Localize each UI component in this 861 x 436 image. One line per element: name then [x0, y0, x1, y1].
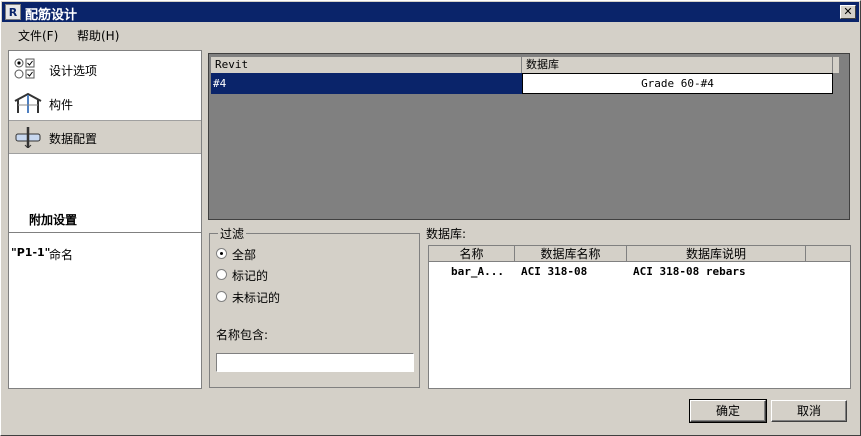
- cancel-button[interactable]: 取消: [771, 400, 847, 422]
- frame-structure-icon: [14, 92, 42, 113]
- mapping-cell-revit[interactable]: #4: [211, 73, 522, 94]
- nav-section-additional-settings: 附加设置: [9, 203, 201, 233]
- ok-button[interactable]: 确定: [689, 399, 767, 423]
- mapping-grid-header: Revit 数据库: [211, 57, 839, 73]
- nav-item-components[interactable]: 构件: [9, 87, 201, 119]
- cell-db-desc: ACI 318-08 rebars: [633, 265, 746, 278]
- mapping-row[interactable]: #4 Grade 60-#4: [211, 73, 839, 94]
- filter-option-all-label: 全部: [232, 248, 257, 262]
- filter-group: 过滤 全部 标记的 未标记的 名称包含:: [209, 225, 420, 388]
- database-list[interactable]: 名称 数据库名称 数据库说明 bar_A... ACI 318-08 ACI 3…: [428, 245, 851, 389]
- database-label: 数据库:: [426, 227, 467, 241]
- title-bar[interactable]: R 配筋设计 ✕: [2, 2, 859, 23]
- database-list-header: 名称 数据库名称 数据库说明: [429, 246, 850, 262]
- nav-label-additional-settings: 附加设置: [29, 213, 78, 227]
- data-config-icon: [15, 127, 41, 148]
- filter-option-unmarked-label: 未标记的: [232, 291, 281, 305]
- name-contains-input[interactable]: [216, 353, 414, 372]
- menu-file[interactable]: 文件(F): [18, 27, 58, 44]
- menu-bar: 文件(F) 帮助(H): [2, 23, 859, 45]
- naming-tag-icon: "P1-1": [11, 246, 51, 259]
- column-header-db-desc[interactable]: 数据库说明: [627, 246, 806, 262]
- name-contains-label: 名称包含:: [216, 328, 269, 342]
- nav-label-data-config: 数据配置: [49, 132, 98, 146]
- filter-title: 过滤: [218, 225, 247, 242]
- column-header-db-name[interactable]: 数据库名称: [515, 246, 627, 262]
- app-icon: R: [5, 4, 21, 20]
- cell-name: bar_A...: [451, 265, 504, 278]
- filter-option-marked-label: 标记的: [232, 269, 269, 283]
- radio-unmarked[interactable]: [216, 291, 227, 302]
- column-header-name[interactable]: 名称: [429, 246, 515, 262]
- table-row[interactable]: bar_A... ACI 318-08 ACI 318-08 rebars: [429, 263, 850, 279]
- nav-item-design-options[interactable]: 设计选项: [9, 53, 201, 85]
- close-icon[interactable]: ✕: [840, 5, 856, 19]
- menu-help[interactable]: 帮助(H): [77, 27, 119, 44]
- mapping-grid[interactable]: Revit 数据库 #4 Grade 60-#4: [208, 53, 850, 220]
- column-header-database[interactable]: 数据库: [522, 57, 833, 73]
- nav-item-data-config[interactable]: 数据配置: [9, 120, 201, 154]
- window-title: 配筋设计: [25, 8, 78, 23]
- left-nav-panel: 设计选项 构件 数据配置 附加设置 "P1-1" 命名: [8, 50, 202, 389]
- radio-all[interactable]: [216, 248, 227, 259]
- nav-label-naming: 命名: [49, 248, 74, 262]
- dialog-window: R 配筋设计 ✕ 文件(F) 帮助(H) 设计选项 构件 数据配置 附加设置 "…: [0, 0, 861, 436]
- options-icon: [14, 58, 35, 79]
- cell-db-name: ACI 318-08: [521, 265, 588, 278]
- column-header-revit[interactable]: Revit: [211, 57, 522, 73]
- column-header-filler: [806, 246, 850, 262]
- nav-item-naming[interactable]: "P1-1" 命名: [9, 241, 201, 265]
- nav-label-design-options: 设计选项: [49, 64, 98, 78]
- nav-label-components: 构件: [49, 98, 74, 112]
- mapping-cell-database[interactable]: Grade 60-#4: [522, 73, 833, 94]
- radio-marked[interactable]: [216, 269, 227, 280]
